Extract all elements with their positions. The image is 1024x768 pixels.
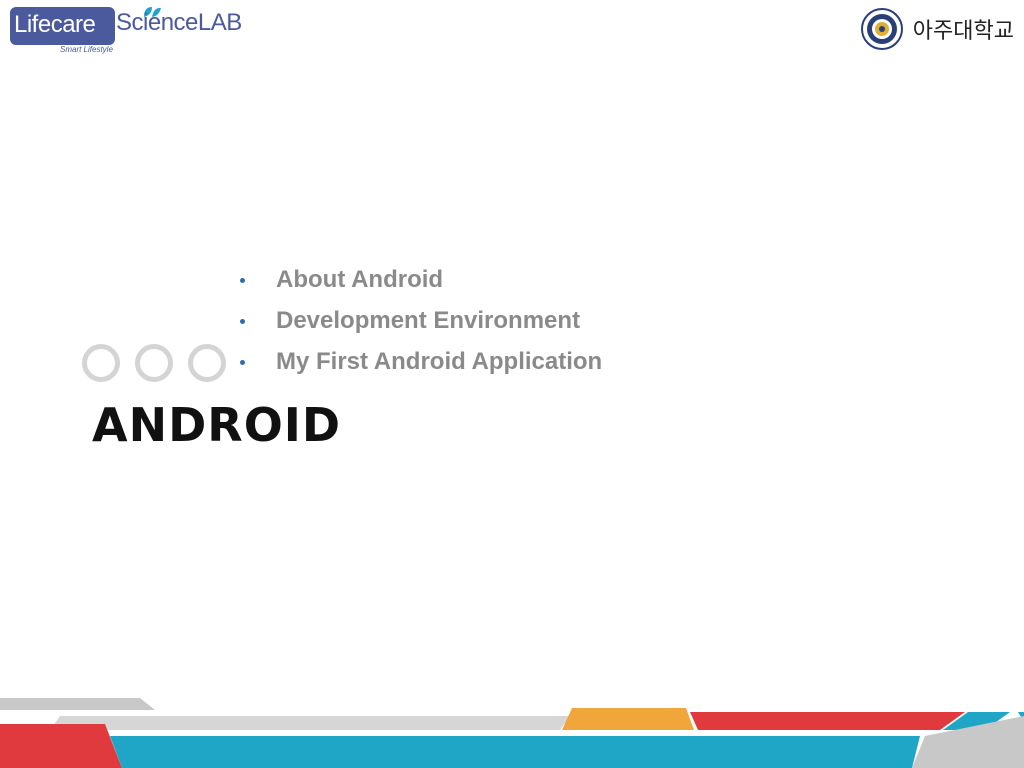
ring-icon <box>82 344 120 382</box>
university-name: 아주대학교 <box>912 19 1014 44</box>
agenda-list: About Android Development Environment My… <box>240 262 602 385</box>
decorative-circles <box>82 344 226 382</box>
logo-text-science-lab: ScienceLAB <box>116 9 242 36</box>
agenda-item-label: Development Environment <box>276 307 581 334</box>
ring-icon <box>135 344 173 382</box>
slide-title: ANDROID <box>92 398 342 452</box>
stripe-gray-middle <box>50 716 570 730</box>
decorative-footer-stripes <box>0 698 1024 768</box>
stripe-red-right <box>690 712 965 730</box>
stripe-orange <box>562 708 694 730</box>
logo-text-lifecare: Lifecare <box>14 11 96 38</box>
university-seal-icon <box>860 8 903 50</box>
stripe-gray-top-left <box>0 698 155 710</box>
logo-box: Lifecare <box>10 7 115 45</box>
agenda-item: Development Environment <box>240 303 602 344</box>
agenda-item: About Android <box>240 262 602 303</box>
bullet-dot-icon <box>240 278 245 283</box>
stripe-blue-bottom <box>110 736 920 768</box>
bullet-dot-icon <box>240 319 245 324</box>
logo-tagline: Smart Lifestyle <box>60 45 113 54</box>
lifecare-science-lab-logo: Lifecare ScienceLAB Smart Lifestyle <box>10 5 270 55</box>
stripe-red-left <box>0 724 122 768</box>
bullet-dot-icon <box>240 360 245 365</box>
university-logo: 아주대학교 <box>860 6 1014 52</box>
agenda-item-label: About Android <box>276 266 444 293</box>
agenda-item-label: My First Android Application <box>276 348 603 375</box>
agenda-item: My First Android Application <box>240 344 602 385</box>
ring-icon <box>188 344 226 382</box>
